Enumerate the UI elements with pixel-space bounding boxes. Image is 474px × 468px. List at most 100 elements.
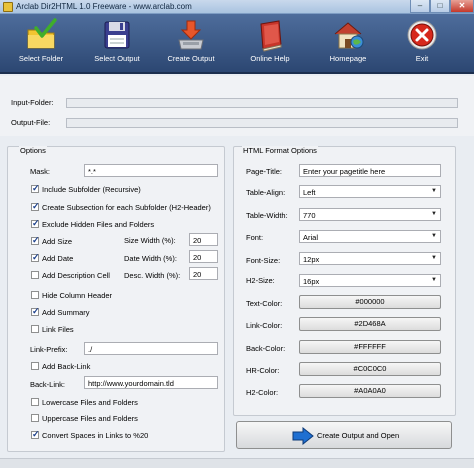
online-help-button[interactable]: Online Help [235,18,305,72]
add-summary-label: Add Summary [42,308,90,317]
include-subfolder-label: Include Subfolder (Recursive) [42,185,141,194]
chevron-down-icon: ▼ [431,255,437,261]
folder-check-icon [27,18,57,49]
select-folder-label: Select Folder [18,54,64,63]
add-description-checkbox[interactable] [31,271,39,279]
lowercase-checkbox[interactable] [31,398,39,406]
uppercase-label: Uppercase Files and Folders [42,414,138,423]
link-prefix-input[interactable]: ./ [84,342,218,355]
app-icon [3,2,13,12]
exit-label: Exit [415,54,429,63]
table-width-select[interactable]: 770 ▼ [299,208,441,221]
mask-label: Mask: [30,167,51,176]
chevron-down-icon: ▼ [431,188,437,194]
output-file-label: Output-File: [11,118,51,127]
back-link-input[interactable]: http://www.yourdomain.tld [84,376,218,389]
exclude-hidden-label: Exclude Hidden Files and Folders [42,220,155,229]
floppy-disk-icon [104,21,130,49]
create-output-and-open-button[interactable]: Create Output and Open [236,421,452,449]
create-subsection-label: Create Subsection for each Subfolder (H2… [42,203,211,212]
font-size-label: Font-Size: [246,256,281,265]
page-title-input[interactable]: Enter your pagetitle here [299,164,441,177]
select-output-button[interactable]: Select Output [82,18,152,72]
add-date-label: Add Date [42,254,74,263]
link-files-label: Link Files [42,325,74,334]
table-align-value: Left [303,188,316,197]
add-back-link-label: Add Back-Link [42,362,91,371]
date-width-input[interactable]: 20 [189,250,218,263]
chevron-down-icon: ▼ [431,211,437,217]
exclude-hidden-checkbox[interactable] [31,218,40,229]
download-arrow-icon [178,20,204,50]
add-size-checkbox[interactable] [31,235,40,246]
desc-width-label: Desc. Width (%): [124,271,181,280]
chevron-down-icon: ▼ [431,233,437,239]
maximize-button[interactable]: □ [430,0,450,13]
chevron-down-icon: ▼ [431,277,437,283]
html-format-title: HTML Format Options [242,146,318,155]
add-description-label: Add Description Cell [42,271,110,280]
link-files-checkbox[interactable] [31,325,39,333]
uppercase-checkbox[interactable] [31,414,39,422]
add-back-link-checkbox[interactable] [31,362,39,370]
homepage-button[interactable]: Homepage [313,18,383,72]
table-align-label: Table-Align: [246,188,286,197]
h2-size-label: H2-Size: [246,276,275,285]
select-output-label: Select Output [94,54,140,63]
add-size-label: Add Size [42,237,73,246]
hr-color-label: HR-Color: [246,366,280,375]
close-window-button[interactable]: ✕ [450,0,474,13]
window-title: Arclab Dir2HTML 1.0 Freeware - www.arcla… [16,2,192,11]
input-folder-label: Input-Folder: [11,98,54,107]
exit-button[interactable]: Exit [387,18,457,72]
link-prefix-label: Link-Prefix: [30,345,68,354]
lowercase-label: Lowercase Files and Folders [42,398,138,407]
add-summary-checkbox[interactable] [31,306,40,317]
font-select[interactable]: Arial ▼ [299,230,441,243]
minimize-button[interactable]: – [410,0,430,13]
right-arrow-icon [292,427,314,445]
exit-icon [407,20,437,50]
create-output-and-open-label: Create Output and Open [317,431,400,440]
homepage-label: Homepage [329,54,367,63]
font-size-select[interactable]: 12px ▼ [299,252,441,265]
table-width-value: 770 [303,211,316,220]
desc-width-input[interactable]: 20 [189,267,218,280]
page-title-label: Page-Title: [246,167,282,176]
house-icon [334,22,364,49]
h2-size-select[interactable]: 16px ▼ [299,274,441,287]
h2-color-button[interactable]: #A0A0A0 [299,384,441,398]
output-file-field[interactable] [66,118,458,128]
hide-column-header-checkbox[interactable] [31,291,39,299]
mask-input[interactable]: *.* [84,164,218,177]
options-title: Options [19,146,47,155]
convert-spaces-label: Convert Spaces in Links to %20 [42,431,149,440]
select-folder-button[interactable]: Select Folder [6,18,76,72]
title-bar: Arclab Dir2HTML 1.0 Freeware - www.arcla… [0,0,474,14]
convert-spaces-checkbox[interactable] [31,429,40,440]
h2-size-value: 16px [303,277,320,286]
create-output-button[interactable]: Create Output [156,18,226,72]
text-color-button[interactable]: #000000 [299,295,441,309]
back-color-button[interactable]: #FFFFFF [299,340,441,354]
link-color-label: Link-Color: [246,321,283,330]
input-folder-field[interactable] [66,98,458,108]
table-align-select[interactable]: Left ▼ [299,185,441,198]
hr-color-button[interactable]: #C0C0C0 [299,362,441,376]
font-value: Arial [303,233,319,242]
back-color-label: Back-Color: [246,344,286,353]
include-subfolder-checkbox[interactable] [31,183,40,194]
link-color-button[interactable]: #2D468A [299,317,441,331]
text-color-label: Text-Color: [246,299,283,308]
io-area: Input-Folder: Output-File: [0,76,474,136]
status-bar [0,458,474,468]
font-size-value: 12px [303,255,320,264]
create-subsection-checkbox[interactable] [31,201,40,212]
size-width-label: Size Width (%): [124,236,176,245]
online-help-label: Online Help [250,54,290,63]
date-width-label: Date Width (%): [124,254,177,263]
hide-column-header-label: Hide Column Header [42,291,113,300]
size-width-input[interactable]: 20 [189,233,218,246]
table-width-label: Table-Width: [246,211,288,220]
add-date-checkbox[interactable] [31,252,40,263]
